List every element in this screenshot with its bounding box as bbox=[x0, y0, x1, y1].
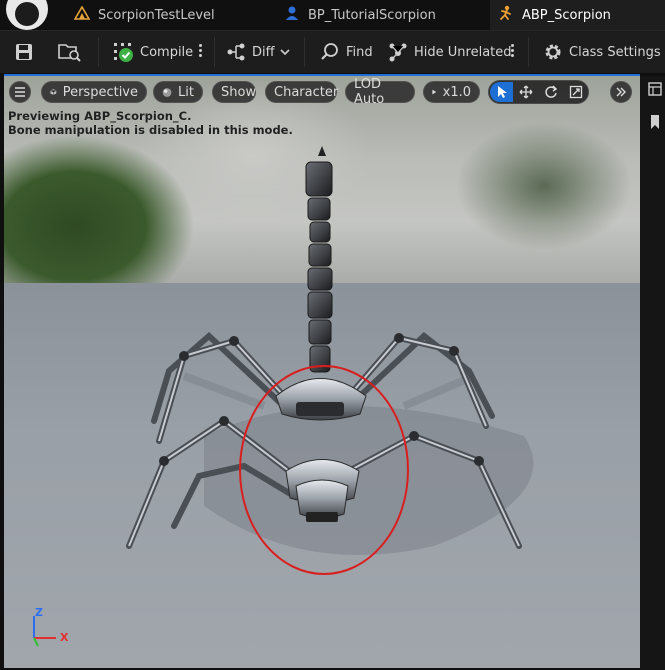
editor-toolbar: Compile Diff Find Hide Unrelated Class S… bbox=[0, 30, 665, 73]
search-icon bbox=[321, 43, 338, 60]
compile-icon bbox=[114, 43, 133, 62]
panel-tab-icon[interactable] bbox=[648, 82, 662, 96]
hide-unrelated-button[interactable]: Hide Unrelated bbox=[388, 31, 512, 73]
select-tool-button[interactable] bbox=[490, 82, 513, 102]
lod-label: LOD Auto bbox=[354, 77, 385, 107]
class-settings-label: Class Settings bbox=[569, 44, 661, 60]
tab-label: ABP_Scorpion bbox=[522, 7, 611, 23]
chevron-double-right-icon bbox=[616, 87, 626, 97]
hide-unrelated-options-button[interactable] bbox=[510, 42, 514, 62]
scale-icon bbox=[569, 85, 582, 99]
level-icon bbox=[73, 5, 91, 24]
translate-tool-button[interactable] bbox=[514, 82, 537, 102]
viewport-menu-button[interactable] bbox=[9, 81, 31, 103]
blueprint-person-icon bbox=[284, 5, 300, 25]
chevron-down-icon bbox=[280, 49, 290, 56]
move-arrows-icon bbox=[519, 85, 532, 99]
rotate-icon bbox=[544, 85, 557, 98]
scale-tool-button[interactable] bbox=[564, 82, 587, 102]
preview-line-2: Bone manipulation is disabled in this mo… bbox=[8, 123, 293, 137]
tab-label: ScorpionTestLevel bbox=[98, 7, 215, 23]
save-button[interactable] bbox=[14, 31, 40, 73]
diff-icon bbox=[227, 43, 245, 61]
viewport-options-overflow-button[interactable] bbox=[610, 81, 632, 103]
play-icon bbox=[432, 89, 437, 95]
toolbar-separator bbox=[214, 37, 215, 67]
tab-scorpion-test-level[interactable]: ScorpionTestLevel bbox=[66, 0, 274, 30]
lod-auto-button[interactable]: LOD Auto bbox=[345, 77, 415, 107]
find-label: Find bbox=[346, 44, 373, 60]
rotate-tool-button[interactable] bbox=[539, 82, 562, 102]
tab-abp-scorpion[interactable]: ABP_Scorpion bbox=[490, 0, 665, 30]
axis-x-label: X bbox=[60, 631, 69, 644]
compile-button[interactable]: Compile bbox=[112, 31, 193, 73]
find-button[interactable]: Find bbox=[320, 31, 373, 73]
diff-label: Diff bbox=[252, 44, 275, 60]
perspective-button[interactable]: Perspective bbox=[41, 81, 147, 103]
compile-options-button[interactable] bbox=[198, 42, 202, 62]
transform-tools-group bbox=[488, 80, 589, 104]
unreal-logo-icon[interactable] bbox=[6, 0, 48, 30]
toolbar-separator bbox=[304, 37, 305, 67]
tab-label: BP_TutorialScorpion bbox=[308, 7, 436, 23]
animation-blueprint-icon bbox=[498, 5, 514, 25]
lit-sphere-icon bbox=[162, 87, 172, 97]
show-label: Show bbox=[221, 84, 257, 100]
save-icon bbox=[16, 44, 32, 60]
hide-unrelated-label: Hide Unrelated bbox=[414, 44, 512, 60]
scorpion-mesh bbox=[126, 146, 534, 575]
lit-label: Lit bbox=[178, 84, 194, 100]
perspective-label: Perspective bbox=[62, 84, 138, 100]
character-label: Character bbox=[274, 84, 339, 100]
speed-label: x1.0 bbox=[442, 84, 471, 100]
toolbar-separator bbox=[528, 37, 529, 67]
details-panel-edge bbox=[640, 76, 665, 670]
cube-icon bbox=[50, 89, 57, 95]
cursor-arrow-icon bbox=[497, 86, 507, 98]
axis-z-label: Z bbox=[35, 606, 43, 619]
axis-gizmo bbox=[33, 616, 56, 647]
hide-unrelated-icon bbox=[389, 43, 407, 62]
bookmark-icon[interactable] bbox=[649, 114, 661, 130]
diff-button[interactable]: Diff bbox=[226, 31, 297, 73]
lit-view-mode-button[interactable]: Lit bbox=[153, 81, 203, 103]
preview-line-1: Previewing ABP_Scorpion_C. bbox=[8, 109, 192, 123]
playback-speed-button[interactable]: x1.0 bbox=[423, 81, 480, 103]
preview-viewport[interactable]: Perspective Lit Show Character LOD Auto … bbox=[4, 76, 640, 668]
folder-search-icon bbox=[58, 44, 81, 62]
show-button[interactable]: Show bbox=[212, 81, 256, 103]
gear-icon bbox=[545, 44, 561, 60]
hamburger-icon bbox=[15, 87, 25, 97]
compile-label: Compile bbox=[140, 44, 194, 60]
document-tab-bar: ScorpionTestLevel BP_TutorialScorpion AB… bbox=[0, 0, 665, 30]
preview-status-text: Previewing ABP_Scorpion_C. Bone manipula… bbox=[8, 109, 293, 137]
toolbar-separator bbox=[98, 37, 99, 67]
tab-bp-tutorial-scorpion[interactable]: BP_TutorialScorpion bbox=[276, 0, 494, 30]
character-button[interactable]: Character bbox=[265, 81, 339, 103]
class-settings-button[interactable]: Class Settings bbox=[543, 31, 661, 73]
browse-button[interactable] bbox=[58, 31, 88, 73]
